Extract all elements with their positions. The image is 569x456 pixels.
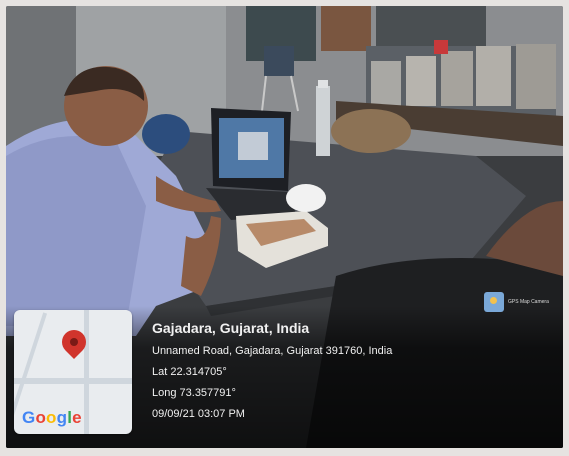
- longitude-text: Long 73.357791°: [152, 387, 236, 399]
- address-text: Unnamed Road, Gajadara, Gujarat 391760, …: [152, 345, 393, 357]
- place-name: Gajadara, Gujarat, India: [152, 320, 310, 336]
- app-badge-label: GPS Map Camera: [508, 299, 549, 305]
- photo-frame: Google Gajadara, Gujarat, India Unnamed …: [0, 0, 569, 456]
- gps-map-camera-icon: [484, 292, 504, 312]
- datetime-text: 09/09/21 03:07 PM: [152, 408, 245, 420]
- google-logo: Google: [22, 408, 82, 427]
- map-thumbnail: Google: [14, 310, 132, 434]
- latitude-text: Lat 22.314705°: [152, 366, 227, 378]
- app-badge: GPS Map Camera: [484, 292, 549, 312]
- location-info: Gajadara, Gujarat, India Unnamed Road, G…: [152, 320, 392, 429]
